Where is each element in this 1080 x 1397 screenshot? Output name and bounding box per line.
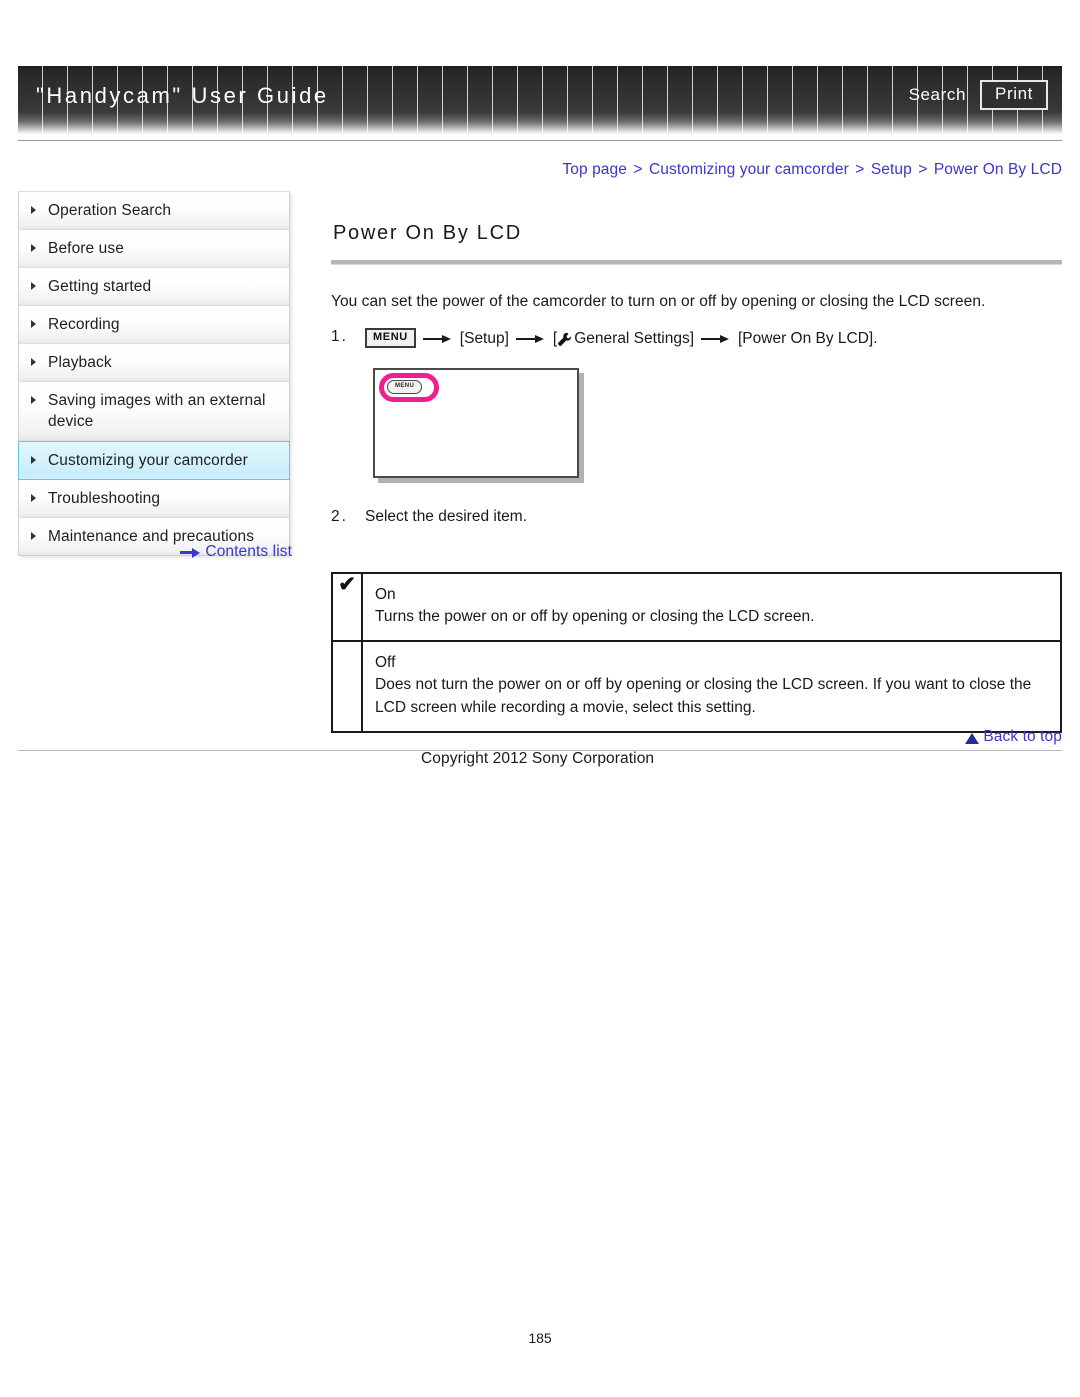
triangle-right-icon: [31, 206, 41, 214]
option-description: Turns the power on or off by opening or …: [375, 608, 815, 625]
sidebar-item-playback[interactable]: Playback: [19, 344, 289, 382]
triangle-right-icon: [31, 396, 41, 404]
sidebar-item-before-use[interactable]: Before use: [19, 230, 289, 268]
option-content-cell: On Turns the power on or off by opening …: [361, 572, 1062, 642]
triangle-right-icon: [31, 456, 41, 464]
breadcrumb-separator: >: [918, 161, 928, 178]
step-2: 2. Select the desired item.: [331, 506, 1062, 528]
sidebar-item-label: Recording: [48, 316, 120, 333]
triangle-right-icon: [31, 244, 41, 252]
copyright-text: Copyright 2012 Sony Corporation: [421, 750, 655, 767]
menu-button-icon: MENU: [365, 328, 416, 348]
option-checked-cell: [331, 640, 363, 733]
breadcrumb-item-setup[interactable]: Setup: [871, 161, 912, 178]
options-table: ✔ On Turns the power on or off by openin…: [331, 572, 1062, 733]
camcorder-screen-box: MENU: [373, 368, 579, 478]
breadcrumb-separator: >: [633, 161, 643, 178]
step-2-text: Select the desired item.: [365, 508, 527, 525]
step-2-body: Select the desired item.: [365, 506, 1062, 528]
sidebar-item-label: Troubleshooting: [48, 490, 161, 507]
print-button[interactable]: Print: [980, 80, 1048, 110]
back-to-top-row: Back to top: [0, 728, 1062, 746]
sidebar-item-label: Customizing your camcorder: [48, 452, 248, 469]
sidebar-item-customizing-your-camcorder[interactable]: Customizing your camcorder: [18, 441, 290, 480]
breadcrumb-item-top-page[interactable]: Top page: [562, 161, 627, 178]
triangle-right-icon: [31, 494, 41, 502]
sidebar-item-label: Saving images with an external device: [48, 392, 266, 430]
table-row: Off Does not turn the power on or off by…: [331, 640, 1062, 733]
option-description: Does not turn the power on or off by ope…: [375, 676, 1032, 716]
contents-list-row: Contents list: [18, 543, 292, 561]
step-2-number: 2.: [331, 508, 348, 525]
sidebar-nav: Operation Search Before use Getting star…: [18, 191, 290, 556]
sidebar-item-label: Getting started: [48, 278, 152, 295]
screen-menu-button-icon: MENU: [387, 380, 423, 394]
step-1: 1. MENU [Setup] [ General Settings] [Pow…: [331, 328, 1062, 350]
back-to-top-link[interactable]: Back to top: [983, 728, 1062, 746]
search-link[interactable]: Search: [909, 85, 966, 105]
triangle-right-icon: [31, 358, 41, 366]
step-1-target: [Power On By LCD].: [738, 330, 878, 347]
screenshot-illustration: MENU: [373, 368, 585, 484]
breadcrumb: Top page > Customizing your camcorder > …: [0, 161, 1062, 179]
contents-list-link[interactable]: Contents list: [205, 543, 292, 561]
triangle-right-icon: [31, 532, 41, 540]
page-title: Power On By LCD: [333, 222, 522, 244]
breadcrumb-item-customizing[interactable]: Customizing your camcorder: [649, 161, 849, 178]
option-checked-cell: ✔: [331, 572, 363, 642]
option-content-cell: Off Does not turn the power on or off by…: [361, 640, 1062, 733]
checkmark-icon: ✔: [338, 573, 356, 596]
site-header: "Handycam" User Guide Search Print: [18, 66, 1062, 134]
sidebar-item-troubleshooting[interactable]: Troubleshooting: [19, 480, 289, 518]
breadcrumb-item-current: Power On By LCD: [933, 161, 1062, 178]
sidebar-item-label: Playback: [48, 354, 112, 371]
step-1-body: MENU [Setup] [ General Settings] [Power …: [365, 328, 1062, 350]
main-content: Power On By LCD You can set the power of…: [331, 191, 1062, 733]
step-1-general-settings: General Settings]: [574, 330, 694, 347]
step-1-setup: [Setup]: [459, 330, 509, 347]
sidebar-item-label: Operation Search: [48, 202, 172, 219]
option-name: On: [375, 586, 396, 603]
triangle-right-icon: [31, 282, 41, 290]
option-name: Off: [375, 654, 396, 671]
sidebar-item-saving-images[interactable]: Saving images with an external device: [19, 382, 289, 441]
triangle-up-icon: [965, 732, 980, 744]
site-title: "Handycam" User Guide: [36, 83, 329, 108]
title-divider: [331, 260, 1062, 265]
table-row: ✔ On Turns the power on or off by openin…: [331, 572, 1062, 642]
triangle-right-icon: [31, 320, 41, 328]
header-bar: "Handycam" User Guide Search Print: [18, 66, 1062, 134]
header-divider: [18, 140, 1062, 141]
arrow-right-icon: [515, 333, 546, 345]
page-number: 185: [528, 1330, 552, 1346]
arrow-right-icon: [180, 547, 201, 558]
sidebar-item-operation-search[interactable]: Operation Search: [19, 192, 289, 230]
sidebar-item-label: Before use: [48, 240, 124, 257]
arrow-right-icon: [422, 333, 453, 345]
intro-paragraph: You can set the power of the camcorder t…: [331, 293, 986, 310]
sidebar-item-getting-started[interactable]: Getting started: [19, 268, 289, 306]
arrow-right-icon: [701, 333, 731, 345]
breadcrumb-separator: >: [855, 161, 865, 178]
step-1-number: 1.: [331, 328, 348, 345]
wrench-icon: [557, 332, 572, 347]
header-actions: Search Print: [909, 80, 1048, 110]
sidebar-item-recording[interactable]: Recording: [19, 306, 289, 344]
